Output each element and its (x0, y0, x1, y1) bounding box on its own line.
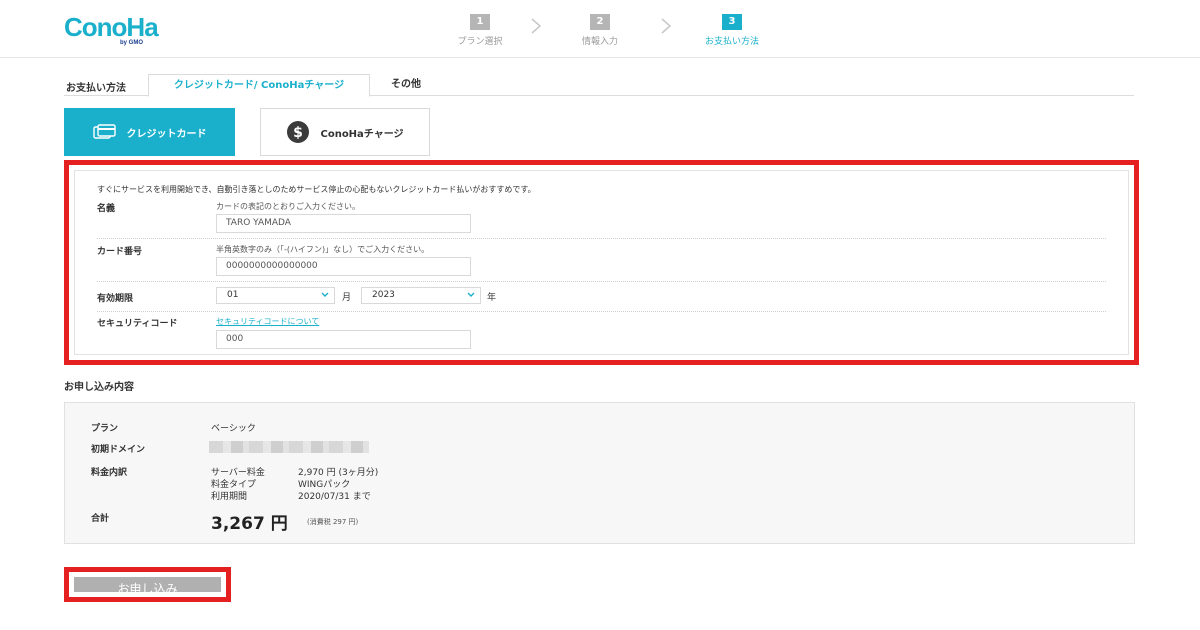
row-divider (97, 311, 1106, 312)
step-info: 2 情報入力 (560, 14, 640, 47)
conoha-charge-button[interactable]: $ ConoHaチャージ (260, 108, 430, 156)
step-label: 情報入力 (581, 37, 618, 47)
dollar-icon: $ (287, 121, 310, 143)
month-unit: 月 (342, 293, 352, 303)
security-code-label: セキュリティコード (97, 319, 178, 329)
step-label: お支払い方法 (704, 37, 759, 47)
logo-sub: by GMO (120, 40, 143, 46)
fee-breakdown-label: 料金内訳 (91, 468, 128, 478)
step-number: 3 (722, 14, 742, 30)
step-plan: 1 プラン選択 (440, 14, 520, 47)
apply-button[interactable]: お申し込み (74, 577, 221, 596)
security-code-field[interactable]: 000 (216, 330, 471, 349)
summary-title: お申し込み内容 (64, 382, 134, 393)
logo-text: ConoHa (64, 12, 159, 42)
card-number-label: カード番号 (97, 247, 143, 257)
step-payment: 3 お支払い方法 (692, 14, 772, 47)
tab-credit-conoha-charge[interactable]: クレジットカード/ ConoHaチャージ (148, 74, 370, 97)
total-amount: 3,267 円 (211, 514, 288, 534)
payment-tabs: お支払い方法 クレジットカード/ ConoHaチャージ その他 (64, 74, 1134, 97)
row-divider (97, 281, 1106, 282)
credit-card-label: クレジットカード (126, 128, 207, 140)
expiry-year-select[interactable]: 2023 (361, 287, 481, 304)
row-divider (97, 238, 1106, 239)
name-field[interactable]: TARO YAMADA (216, 214, 471, 233)
svg-text:$: $ (294, 125, 304, 141)
step-indicator: 1 プラン選択 2 情報入力 3 お支払い方法 (440, 14, 780, 48)
fee-row-key: 利用期間 (211, 492, 248, 502)
plan-label: プラン (91, 424, 119, 434)
expiry-month-select[interactable]: 01 (216, 287, 335, 304)
step-number: 2 (590, 14, 610, 30)
expiry-label: 有効期限 (97, 294, 134, 304)
expiry-month-value: 01 (227, 290, 239, 300)
card-form-highlight: すぐにサービスを利用開始でき、自動引き落としのためサービス停止の心配もないクレジ… (64, 160, 1139, 365)
chevron-down-icon (321, 292, 329, 297)
form-intro: すぐにサービスを利用開始でき、自動引き落としのためサービス停止の心配もないクレジ… (97, 185, 536, 194)
credit-card-button[interactable]: クレジットカード (64, 108, 235, 156)
plan-value: ベーシック (211, 424, 256, 434)
step-number: 1 (470, 14, 490, 30)
chevron-right-icon (531, 18, 542, 34)
total-label: 合計 (91, 514, 110, 524)
step-label: プラン選択 (457, 37, 503, 47)
security-code-help-link[interactable]: セキュリティコードについて (216, 316, 319, 327)
name-hint: カードの表記のとおりご入力ください。 (216, 202, 360, 211)
year-unit: 年 (487, 293, 497, 303)
conoha-logo[interactable]: ConoHa by GMO (64, 12, 176, 46)
credit-card-icon (92, 124, 116, 139)
chevron-right-icon (661, 18, 672, 34)
submit-highlight: お申し込み (64, 567, 231, 602)
name-label: 名義 (97, 204, 116, 214)
initial-domain-label: 初期ドメイン (91, 445, 146, 455)
fee-row-value: 2020/07/31 まで (298, 492, 371, 502)
blurred-domain (209, 441, 369, 453)
tab-other[interactable]: その他 (386, 74, 426, 97)
card-number-hint: 半角英数字のみ（「-(ハイフン)」なし）でご入力ください。 (216, 245, 430, 254)
conoha-charge-label: ConoHaチャージ (320, 128, 404, 140)
order-summary: プラン ベーシック 初期ドメイン 料金内訳 サーバー料金 2,970 円 (3ヶ… (64, 402, 1135, 544)
card-form: すぐにサービスを利用開始でき、自動引き落としのためサービス停止の心配もないクレジ… (74, 170, 1129, 355)
expiry-year-value: 2023 (372, 290, 395, 300)
payment-method-heading: お支払い方法 (66, 83, 126, 94)
card-number-field[interactable]: 0000000000000000 (216, 257, 471, 276)
chevron-down-icon (467, 292, 475, 297)
tax-note: (消費税 297 円) (307, 518, 359, 526)
header: ConoHa by GMO 1 プラン選択 2 情報入力 3 お支払い方法 (0, 0, 1200, 58)
